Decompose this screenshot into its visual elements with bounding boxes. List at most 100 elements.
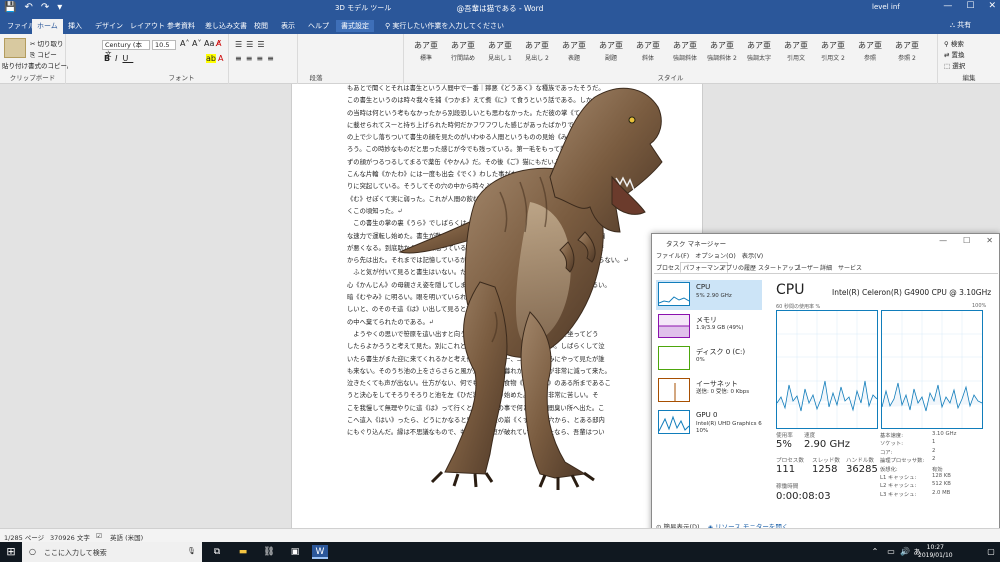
style-gallery-item[interactable]: あア亜 副題 bbox=[593, 40, 629, 68]
resource-cpu-value: 5% 2.90 GHz bbox=[696, 293, 732, 299]
style-gallery-item[interactable]: あア亜 標準 bbox=[408, 40, 444, 68]
clock[interactable]: 10:27 2019/01/10 bbox=[918, 544, 953, 560]
graph-label: 60 秒間の使用率 % bbox=[776, 304, 821, 310]
font-size-select[interactable]: 10.5 bbox=[152, 40, 176, 50]
font-color-icon[interactable]: A bbox=[218, 54, 223, 63]
thread-count-value: 1258 bbox=[812, 464, 838, 475]
share-button[interactable]: ⛬ 共有 bbox=[950, 20, 971, 30]
notification-chevron-icon[interactable]: ⌃ bbox=[868, 545, 882, 559]
resource-disk[interactable]: ディスク 0 (C:) 0% bbox=[656, 344, 762, 374]
tab-review[interactable]: 校閲 bbox=[249, 20, 273, 32]
tab-processes[interactable]: プロセス bbox=[656, 263, 680, 272]
style-sample: あア亜 bbox=[488, 41, 512, 50]
font-size-buttons[interactable]: A˄ A˅ Aa bbox=[180, 39, 214, 48]
paste-button[interactable]: 貼り付け bbox=[2, 60, 28, 70]
window-controls: — ☐ ✕ bbox=[943, 1, 996, 11]
align-buttons[interactable]: ≡≡≡≡ bbox=[235, 54, 278, 63]
tab-format[interactable]: 書式設定 bbox=[336, 20, 374, 32]
close-button[interactable]: ✕ bbox=[988, 1, 996, 11]
tab-services[interactable]: サービス bbox=[838, 263, 862, 272]
app-icon[interactable]: ▣ bbox=[288, 545, 302, 559]
style-gallery-item[interactable]: あア亜 見出し 2 bbox=[519, 40, 555, 68]
copy-button[interactable]: ⎘ コピー bbox=[30, 49, 57, 60]
clock-time: 10:27 bbox=[926, 544, 944, 551]
maximize-button[interactable]: ☐ bbox=[966, 1, 974, 11]
menu-file[interactable]: ファイル(F) bbox=[656, 251, 689, 260]
resource-ethernet[interactable]: イーサネット 送信: 0 受信: 0 Kbps bbox=[656, 376, 762, 406]
page-count[interactable]: 1/285 ページ bbox=[4, 532, 44, 542]
proofing-icon[interactable]: ☑ bbox=[96, 532, 102, 540]
tab-app-history[interactable]: アプリの履歴 bbox=[720, 263, 756, 272]
clear-formatting-icon[interactable]: A̸ bbox=[216, 39, 221, 48]
task-view-icon[interactable]: ⧉ bbox=[210, 545, 224, 559]
tab-users[interactable]: ユーザー bbox=[795, 263, 819, 272]
speed-label: 速度 bbox=[804, 433, 816, 439]
tab-startup[interactable]: スタートアップ bbox=[758, 263, 800, 272]
gpu-thumbnail bbox=[658, 410, 690, 434]
customize-qat-icon[interactable]: ▾ bbox=[57, 2, 62, 13]
undo-icon[interactable]: ↶ bbox=[24, 2, 32, 13]
tab-details[interactable]: 詳細 bbox=[820, 263, 832, 272]
style-gallery-item[interactable]: あア亜 斜体 bbox=[630, 40, 666, 68]
highlight-icon[interactable]: ab bbox=[206, 54, 216, 63]
style-gallery-item[interactable]: あア亜 引用文 bbox=[778, 40, 814, 68]
network-icon[interactable]: ▭ bbox=[884, 545, 898, 559]
redo-icon[interactable]: ↷ bbox=[41, 2, 49, 13]
style-gallery-item[interactable]: あア亜 見出し 1 bbox=[482, 40, 518, 68]
tm-close-button[interactable]: ✕ bbox=[986, 236, 993, 245]
style-sample: あア亜 bbox=[636, 41, 660, 50]
tab-design[interactable]: デザイン bbox=[90, 20, 128, 32]
util-value: 5% bbox=[776, 439, 792, 450]
style-gallery-item[interactable]: あア亜 参照 bbox=[852, 40, 888, 68]
user-name[interactable]: level inf bbox=[872, 3, 900, 11]
menu-options[interactable]: オプション(O) bbox=[695, 251, 736, 260]
menu-view[interactable]: 表示(V) bbox=[742, 251, 763, 260]
save-icon[interactable]: 💾 bbox=[4, 2, 16, 13]
style-gallery-item[interactable]: あア亜 強調斜体 2 bbox=[704, 40, 740, 68]
font-style-buttons[interactable]: BIU bbox=[104, 54, 133, 63]
cpu-core-graph-2-plot bbox=[881, 311, 983, 428]
format-painter-button[interactable]: 書式のコピー/貼り付け bbox=[28, 60, 68, 70]
cut-button[interactable]: ✂ 切り取り bbox=[30, 38, 64, 48]
action-center-icon[interactable]: ▢ bbox=[984, 545, 998, 559]
font-name-select[interactable]: Century (本文 bbox=[102, 40, 150, 58]
tell-me-search[interactable]: ⚲ 実行したい作業を入力してください bbox=[385, 21, 504, 31]
tab-home[interactable]: ホーム bbox=[32, 19, 63, 34]
tab-insert[interactable]: 挿入 bbox=[63, 20, 87, 32]
start-icon[interactable]: ⊞ bbox=[4, 545, 18, 559]
paste-icon[interactable] bbox=[4, 38, 26, 58]
tm-minimize-button[interactable]: — bbox=[939, 236, 947, 245]
resource-cpu[interactable]: CPU 5% 2.90 GHz bbox=[656, 280, 762, 310]
tab-mailings[interactable]: 差し込み文書 bbox=[200, 20, 252, 32]
tab-help[interactable]: ヘルプ bbox=[303, 20, 334, 32]
word-count[interactable]: 370926 文字 bbox=[50, 532, 90, 542]
find-button[interactable]: ⚲ 検索 bbox=[944, 38, 964, 48]
resource-memory[interactable]: メモリ 1.9/3.9 GB (49%) bbox=[656, 312, 762, 342]
task-manager-window[interactable]: タスク マネージャー — ☐ ✕ ファイル(F) オプション(O) 表示(V) … bbox=[651, 233, 1000, 540]
style-name: 見出し 2 bbox=[525, 55, 549, 62]
copy-label: コピー bbox=[37, 51, 57, 59]
microphone-icon[interactable]: 🎙 bbox=[187, 547, 196, 555]
style-gallery-item[interactable]: あア亜 参照 2 bbox=[889, 40, 925, 68]
minimize-button[interactable]: — bbox=[943, 1, 952, 11]
taskbar-search[interactable]: ○ ここに入力して検索 🎙 bbox=[22, 542, 202, 562]
tab-references[interactable]: 参考資料 bbox=[162, 20, 200, 32]
style-gallery-item[interactable]: あア亜 強調太字 bbox=[741, 40, 777, 68]
spec-value: 512 KB bbox=[932, 481, 951, 488]
select-button[interactable]: ⬚ 選択 bbox=[944, 60, 965, 70]
tab-view[interactable]: 表示 bbox=[276, 20, 300, 32]
list-buttons[interactable]: ☰☰☰ bbox=[235, 40, 269, 49]
style-gallery-item[interactable]: あア亜 表題 bbox=[556, 40, 592, 68]
style-gallery-item[interactable]: あア亜 行間詰め bbox=[445, 40, 481, 68]
style-gallery-item[interactable]: あア亜 強調斜体 bbox=[667, 40, 703, 68]
resource-gpu[interactable]: GPU 0 Intel(R) UHD Graphics 6 10% bbox=[656, 408, 762, 438]
word-taskbar-icon[interactable]: W bbox=[312, 545, 328, 559]
3d-dinosaur-model[interactable] bbox=[380, 82, 670, 502]
tm-maximize-button[interactable]: ☐ bbox=[963, 236, 970, 245]
network-app-icon[interactable]: ⛓ bbox=[262, 545, 276, 559]
replace-button[interactable]: ⇄ 置換 bbox=[944, 49, 965, 59]
language-indicator[interactable]: 英語 (米国) bbox=[110, 532, 143, 542]
style-gallery-item[interactable]: あア亜 引用文 2 bbox=[815, 40, 851, 68]
file-explorer-icon[interactable]: ▬ bbox=[236, 545, 250, 559]
taskbar: ⊞ ○ ここに入力して検索 🎙 ⧉ ▬ ⛓ ▣ W ⌃ ▭ 🔊 あ 10:27 … bbox=[0, 542, 1000, 562]
